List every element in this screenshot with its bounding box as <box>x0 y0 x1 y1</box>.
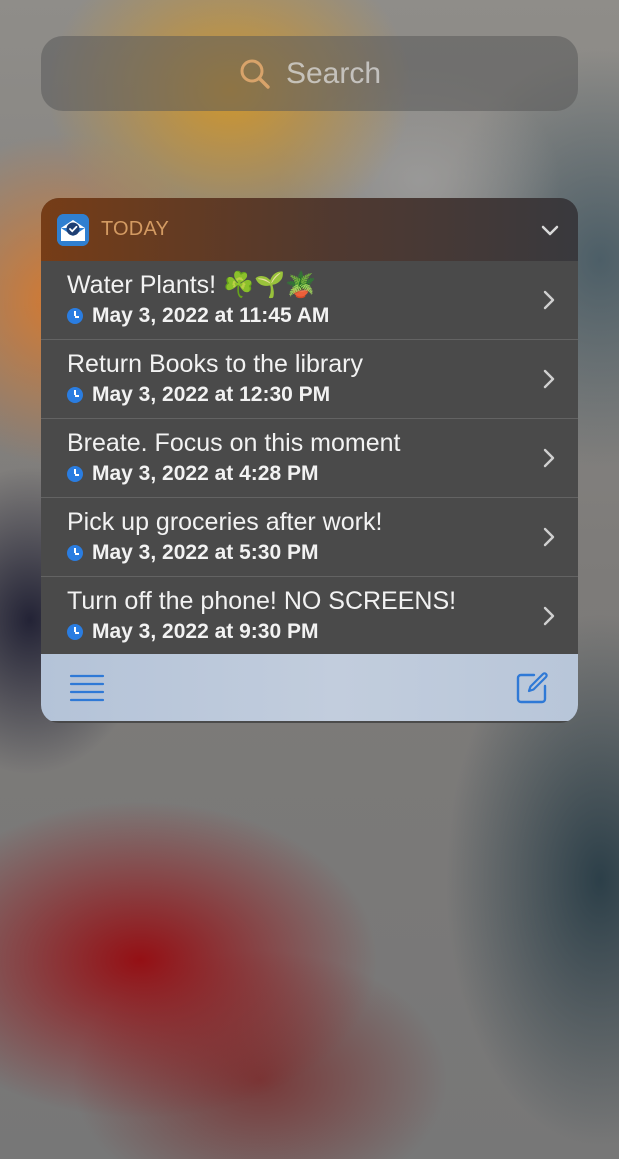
clock-icon <box>67 466 83 482</box>
chevron-right-icon <box>543 527 555 547</box>
reminder-time-text: May 3, 2022 at 12:30 PM <box>92 383 331 406</box>
list-icon[interactable] <box>69 670 105 706</box>
reminder-time-text: May 3, 2022 at 4:28 PM <box>92 462 319 485</box>
reminder-time-text: May 3, 2022 at 9:30 PM <box>92 620 319 643</box>
reminder-list: Water Plants! ☘️🌱🪴 May 3, 2022 at 11:45 … <box>41 261 578 654</box>
chevron-right-icon <box>543 448 555 468</box>
reminder-time-text: May 3, 2022 at 11:45 AM <box>92 304 330 327</box>
widget-title: TODAY <box>101 218 170 240</box>
search-label: Search <box>285 56 382 90</box>
today-widget: TODAY Water Plants! ☘️🌱🪴 May 3, 2022 at … <box>41 198 578 723</box>
clock-icon <box>67 545 83 561</box>
mail-clock-app-icon <box>57 213 89 246</box>
clock-icon <box>67 387 83 403</box>
reminder-title: Return Books to the library <box>67 350 363 378</box>
widget-footer <box>41 654 578 721</box>
reminder-time: May 3, 2022 at 12:30 PM <box>67 383 552 407</box>
reminder-title: Breate. Focus on this moment <box>67 429 401 457</box>
widget-header: TODAY <box>41 198 578 261</box>
reminder-title: Water Plants! ☘️🌱🪴 <box>67 271 317 299</box>
reminder-time-text: May 3, 2022 at 5:30 PM <box>92 541 319 564</box>
list-item[interactable]: Return Books to the library May 3, 2022 … <box>41 340 578 419</box>
list-item[interactable]: Water Plants! ☘️🌱🪴 May 3, 2022 at 11:45 … <box>41 261 578 340</box>
chevron-right-icon <box>543 369 555 389</box>
list-item[interactable]: Breate. Focus on this moment May 3, 2022… <box>41 419 578 498</box>
reminder-time: May 3, 2022 at 5:30 PM <box>67 541 552 565</box>
reminder-time: May 3, 2022 at 4:28 PM <box>67 462 552 486</box>
reminder-time: May 3, 2022 at 11:45 AM <box>67 304 552 328</box>
search-icon <box>238 57 272 91</box>
list-item[interactable]: Pick up groceries after work! May 3, 202… <box>41 498 578 577</box>
clock-icon <box>67 624 83 640</box>
reminder-title: Pick up groceries after work! <box>67 508 383 536</box>
reminder-title: Turn off the phone! NO SCREENS! <box>67 587 457 615</box>
list-item[interactable]: Turn off the phone! NO SCREENS! May 3, 2… <box>41 577 578 654</box>
reminder-time: May 3, 2022 at 9:30 PM <box>67 620 552 644</box>
chevron-down-icon[interactable] <box>538 218 562 242</box>
chevron-right-icon <box>543 290 555 310</box>
compose-icon[interactable] <box>514 670 550 706</box>
search-bar[interactable]: Search <box>41 36 578 111</box>
chevron-right-icon <box>543 606 555 626</box>
clock-icon <box>67 308 83 324</box>
